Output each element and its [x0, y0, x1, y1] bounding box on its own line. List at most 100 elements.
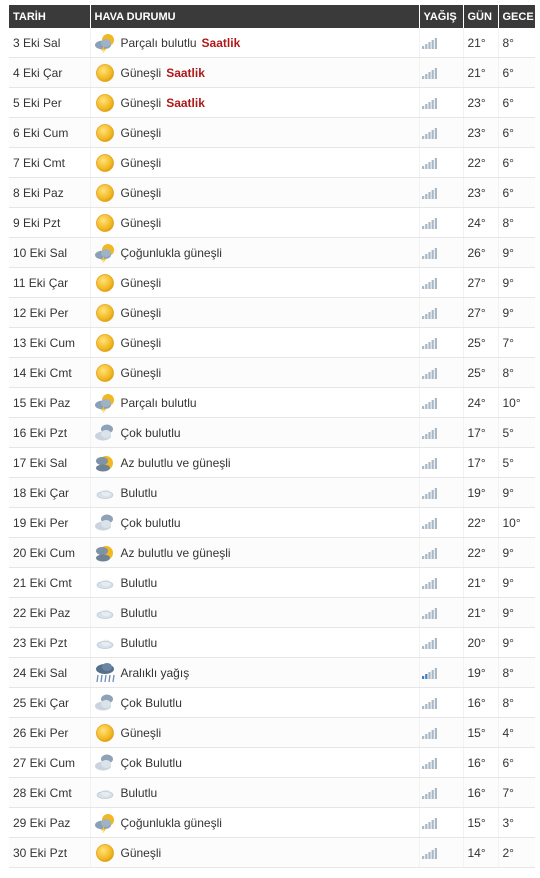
sunny-icon [93, 272, 117, 294]
table-row: 9 Eki Pzt Güneşli 24° 8° [9, 207, 535, 238]
row-rain [419, 28, 464, 58]
row-weather: Çoğunlukla güneşli [90, 237, 420, 268]
rain-bars-icon [421, 246, 438, 260]
weather-description: Bulutlu [120, 575, 158, 590]
row-rain [419, 777, 464, 808]
weather-description: Çok bulutlu [120, 515, 181, 530]
rain-bars-icon [421, 726, 438, 740]
cloud-icon [93, 482, 117, 504]
row-night-temp: 5° [498, 447, 535, 478]
table-row: 12 Eki Per Güneşli 27° 9° [9, 297, 535, 328]
header-night: GECE [498, 5, 535, 28]
row-day-temp: 17° [463, 417, 499, 448]
row-date: 16 Eki Pzt [9, 417, 91, 448]
rain-bars-icon [421, 426, 438, 440]
header-rain: YAĞIŞ [419, 5, 464, 28]
weather-description: Bulutlu [120, 485, 158, 500]
rain-bars-icon [421, 516, 438, 530]
rain-bars-icon [421, 276, 438, 290]
table-row: 29 Eki Paz Çoğunlukla güneşli 15° 3° [9, 807, 535, 838]
weather-description: Parçalı bulutlu [120, 395, 197, 410]
weather-description: Çok Bulutlu [120, 755, 182, 770]
row-rain [419, 417, 464, 448]
mostly-cloudy-icon [93, 692, 117, 714]
row-rain [419, 387, 464, 418]
weather-description: Çok bulutlu [120, 425, 181, 440]
row-night-temp: 8° [498, 28, 535, 58]
rain-bars-icon [421, 336, 438, 350]
row-day-temp: 22° [463, 507, 499, 538]
row-date: 27 Eki Cum [9, 747, 91, 778]
table-row: 7 Eki Cmt Güneşli 22° 6° [9, 147, 535, 178]
row-day-temp: 24° [463, 387, 499, 418]
row-night-temp: 9° [498, 477, 535, 508]
hourly-link[interactable]: Saatlik [166, 96, 205, 110]
row-weather: Çok Bulutlu [90, 687, 420, 718]
mostly-cloudy-icon [93, 422, 117, 444]
rain-bars-icon [421, 366, 438, 380]
rain-bars-icon [421, 126, 438, 140]
row-rain [419, 57, 464, 88]
rain-bars-icon [421, 546, 438, 560]
hourly-link[interactable]: Saatlik [202, 36, 241, 50]
row-weather: Güneşli [90, 117, 420, 148]
partly-cloudy-storm-icon [93, 242, 117, 264]
sunny-icon [93, 92, 117, 114]
row-date: 23 Eki Pzt [9, 627, 91, 658]
forecast-table: TARİH HAVA DURUMU YAĞIŞ GÜN GECE 3 Eki S… [9, 5, 535, 868]
row-weather: Bulutlu [90, 627, 420, 658]
row-date: 29 Eki Paz [9, 807, 91, 838]
row-weather: Güneşli [90, 267, 420, 298]
row-rain [419, 207, 464, 238]
table-body: 3 Eki Sal Parçalı bulutlu Saatlik 21° 8° 4 Ek… [9, 28, 535, 868]
row-weather: Bulutlu [90, 477, 420, 508]
rain-bars-icon [421, 786, 438, 800]
row-night-temp: 3° [498, 807, 535, 838]
sunny-icon [93, 302, 117, 324]
row-night-temp: 2° [498, 837, 535, 868]
row-date: 20 Eki Cum [9, 537, 91, 568]
rain-bars-icon [421, 666, 438, 680]
rain-bars-icon [421, 846, 438, 860]
row-rain [419, 567, 464, 598]
row-day-temp: 25° [463, 357, 499, 388]
weather-description: Çok Bulutlu [120, 695, 182, 710]
sunny-icon [93, 152, 117, 174]
table-row: 16 Eki Pzt Çok bulutlu 17° 5° [9, 417, 535, 448]
row-day-temp: 22° [463, 537, 499, 568]
row-rain [419, 177, 464, 208]
weather-description: Az bulutlu ve güneşli [120, 545, 231, 560]
table-row: 4 Eki Çar Güneşli Saatlik 21° 6° [9, 57, 535, 88]
row-day-temp: 21° [463, 57, 499, 88]
row-rain [419, 687, 464, 718]
row-rain [419, 837, 464, 868]
row-date: 21 Eki Cmt [9, 567, 91, 598]
weather-description: Bulutlu [120, 605, 158, 620]
row-rain [419, 627, 464, 658]
table-row: 14 Eki Cmt Güneşli 25° 8° [9, 357, 535, 388]
row-night-temp: 9° [498, 267, 535, 298]
rain-bars-icon [421, 576, 438, 590]
rain-bars-icon [421, 816, 438, 830]
weather-description: Çoğunlukla güneşli [120, 245, 222, 260]
row-day-temp: 26° [463, 237, 499, 268]
weather-description: Güneşli [120, 65, 162, 80]
row-day-temp: 27° [463, 297, 499, 328]
row-date: 18 Eki Çar [9, 477, 91, 508]
row-night-temp: 7° [498, 327, 535, 358]
row-date: 11 Eki Çar [9, 267, 91, 298]
row-night-temp: 9° [498, 297, 535, 328]
hourly-link[interactable]: Saatlik [166, 66, 205, 80]
rain-bars-icon [421, 696, 438, 710]
row-date: 19 Eki Per [9, 507, 91, 538]
row-date: 30 Eki Pzt [9, 837, 91, 868]
row-night-temp: 8° [498, 357, 535, 388]
header-day: GÜN [463, 5, 499, 28]
row-day-temp: 19° [463, 657, 499, 688]
rain-bars-icon [421, 66, 438, 80]
row-weather: Parçalı bulutlu Saatlik [90, 28, 420, 58]
row-rain [419, 447, 464, 478]
row-weather: Çok bulutlu [90, 507, 420, 538]
row-night-temp: 6° [498, 57, 535, 88]
row-weather: Bulutlu [90, 567, 420, 598]
